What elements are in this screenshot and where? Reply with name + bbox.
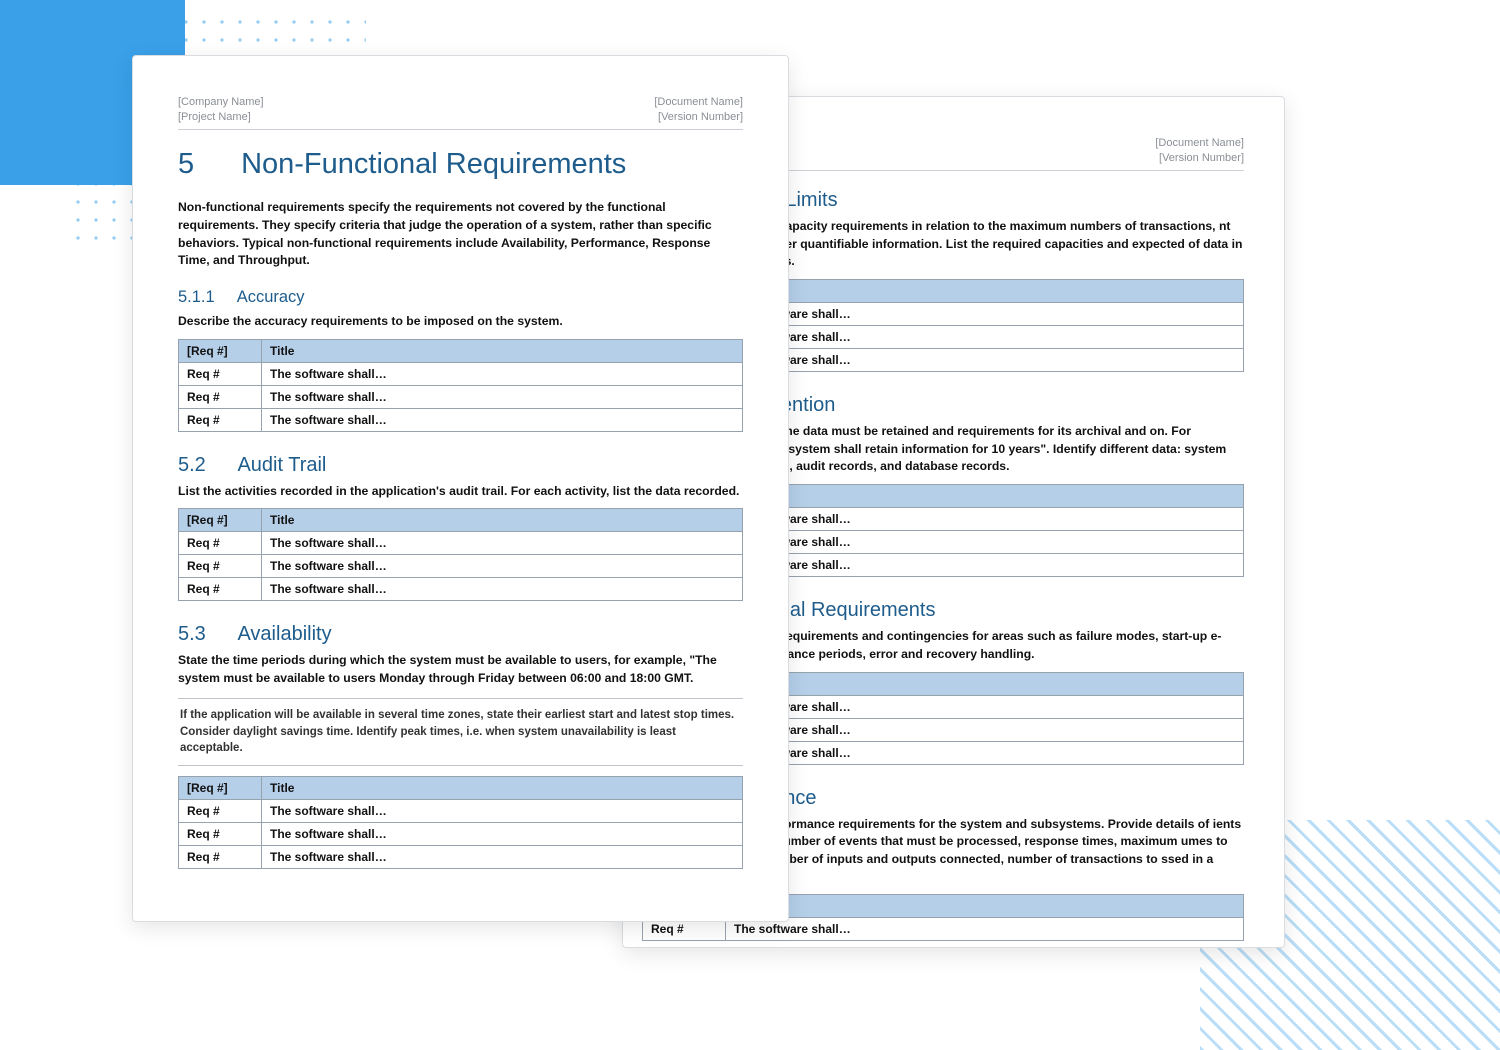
canvas: [Company Name] [Project Name] [Document …: [0, 0, 1500, 1050]
header-company: [Company Name]: [178, 96, 264, 108]
table-header: [Req #]Title: [179, 339, 743, 362]
req-table-accuracy: [Req #]Title Req #The software shall… Re…: [178, 339, 743, 432]
table-header: [Req #]Title: [179, 776, 743, 799]
header-docname: [Document Name]: [1155, 137, 1244, 149]
req-table-audit: [Req #]Title Req #The software shall… Re…: [178, 508, 743, 601]
chapter-title: Non-Functional Requirements: [241, 148, 626, 180]
page-header: [Company Name] [Project Name] [Document …: [178, 96, 743, 130]
section-5-3-note: If the application will be available in …: [178, 698, 743, 766]
table-row: Req #The software shall…: [179, 845, 743, 868]
section-5-2-heading: 5.2 Audit Trail: [178, 454, 743, 477]
section-5-3-text: State the time periods during which the …: [178, 652, 743, 687]
section-5-1-1-text: Describe the accuracy requirements to be…: [178, 313, 743, 331]
table-row: Req #The software shall…: [179, 385, 743, 408]
header-docname: [Document Name]: [654, 96, 743, 108]
table-row: Req #The software shall…: [179, 822, 743, 845]
section-5-3-heading: 5.3 Availability: [178, 623, 743, 646]
table-row: Req #The software shall…: [179, 408, 743, 431]
table-row: Req #The software shall…: [179, 532, 743, 555]
chapter-number: 5: [178, 148, 233, 181]
section-5-2-text: List the activities recorded in the appl…: [178, 483, 743, 501]
table-row: Req #The software shall…: [179, 362, 743, 385]
header-project: [Project Name]: [178, 111, 264, 123]
table-row: Req #The software shall…: [179, 555, 743, 578]
header-version: [Version Number]: [1155, 152, 1244, 164]
table-row: Req #The software shall…: [179, 799, 743, 822]
chapter-heading: 5 Non-Functional Requirements: [178, 148, 743, 181]
req-table-availability: [Req #]Title Req #The software shall… Re…: [178, 776, 743, 869]
section-5-1-1-heading: 5.1.1 Accuracy: [178, 288, 743, 307]
header-version: [Version Number]: [654, 111, 743, 123]
document-page-1: [Company Name] [Project Name] [Document …: [132, 55, 789, 922]
table-row: Req #The software shall…: [179, 578, 743, 601]
chapter-intro: Non-functional requirements specify the …: [178, 199, 743, 270]
table-header: [Req #]Title: [179, 509, 743, 532]
